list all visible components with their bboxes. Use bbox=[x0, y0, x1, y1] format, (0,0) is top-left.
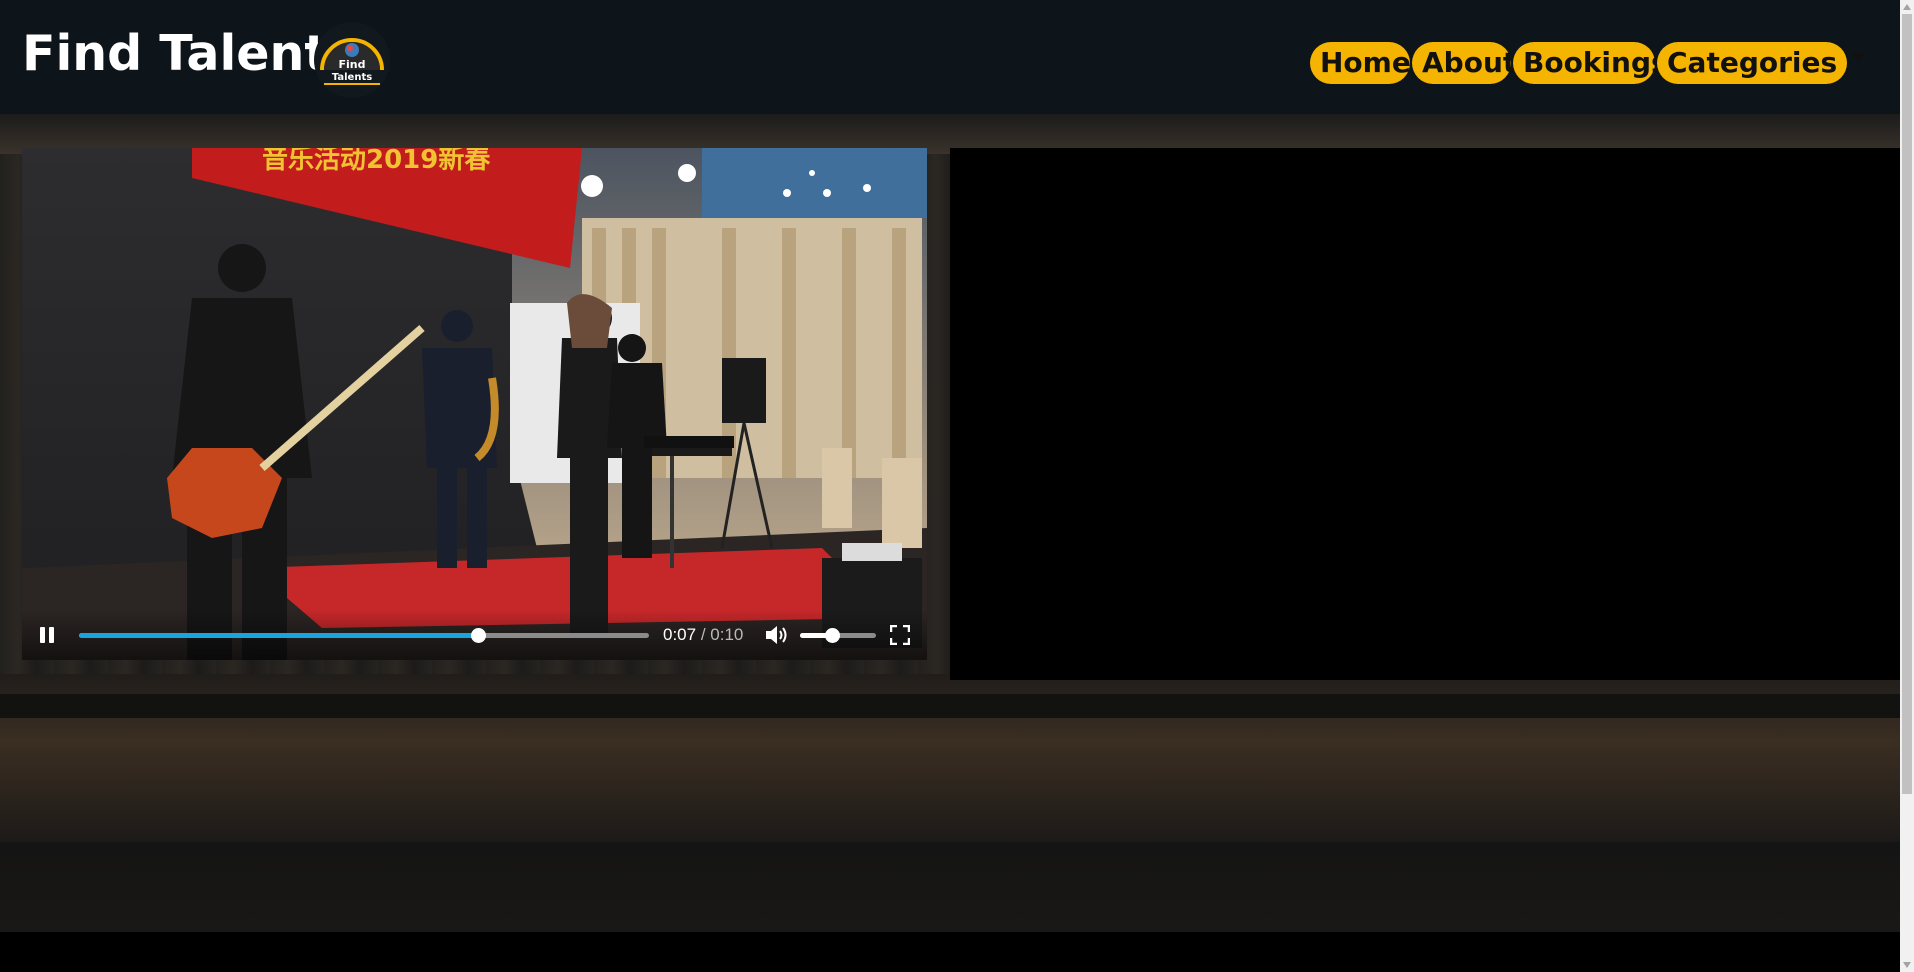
second-video-player[interactable] bbox=[950, 148, 1900, 680]
scrollbar-thumb[interactable] bbox=[1902, 14, 1912, 794]
scroll-down-arrow-icon[interactable] bbox=[1903, 962, 1911, 968]
time-display: 0:07 / 0:10 bbox=[663, 625, 743, 645]
time-separator: / bbox=[696, 625, 711, 644]
logo-text-bottom: Talents bbox=[332, 72, 372, 83]
banner-text: 音乐活动2019新春 bbox=[262, 148, 490, 175]
nav-bookings[interactable]: Bookings bbox=[1513, 42, 1668, 84]
video-player[interactable]: 音乐活动2019新春 0:07 / 0:10 bbox=[22, 148, 927, 660]
site-title[interactable]: Find Talents bbox=[22, 22, 357, 86]
nav-home[interactable]: Home bbox=[1310, 42, 1411, 84]
chevron-down-icon bbox=[1851, 53, 1868, 63]
fullscreen-icon[interactable] bbox=[890, 625, 910, 645]
volume-handle[interactable] bbox=[824, 628, 840, 643]
video-controls: 0:07 / 0:10 bbox=[22, 610, 927, 660]
background-band bbox=[0, 694, 1900, 718]
pause-icon[interactable] bbox=[40, 627, 56, 643]
background-lower bbox=[0, 842, 1900, 932]
logo-text-top: Find bbox=[339, 58, 366, 71]
scroll-up-arrow-icon[interactable] bbox=[1903, 4, 1911, 10]
progress-handle[interactable] bbox=[471, 628, 486, 643]
footer-bar bbox=[0, 932, 1900, 972]
logo[interactable]: Find Talents bbox=[314, 22, 390, 98]
volume-slider[interactable] bbox=[800, 628, 876, 643]
duration: 0:10 bbox=[710, 625, 744, 644]
current-time: 0:07 bbox=[663, 625, 697, 644]
nav-about[interactable]: About bbox=[1412, 42, 1516, 84]
progress-bar[interactable] bbox=[79, 628, 649, 643]
video-frame: 音乐活动2019新春 bbox=[22, 148, 927, 660]
nav-categories-dropdown[interactable]: Categories bbox=[1657, 42, 1868, 84]
progress-fill bbox=[79, 633, 478, 638]
volume-icon[interactable] bbox=[764, 624, 790, 646]
site-header: Find Talents Find Talents Home About Boo… bbox=[0, 0, 1914, 114]
nav-categories-label: Categories bbox=[1667, 46, 1838, 79]
scrollbar[interactable] bbox=[1900, 0, 1914, 972]
